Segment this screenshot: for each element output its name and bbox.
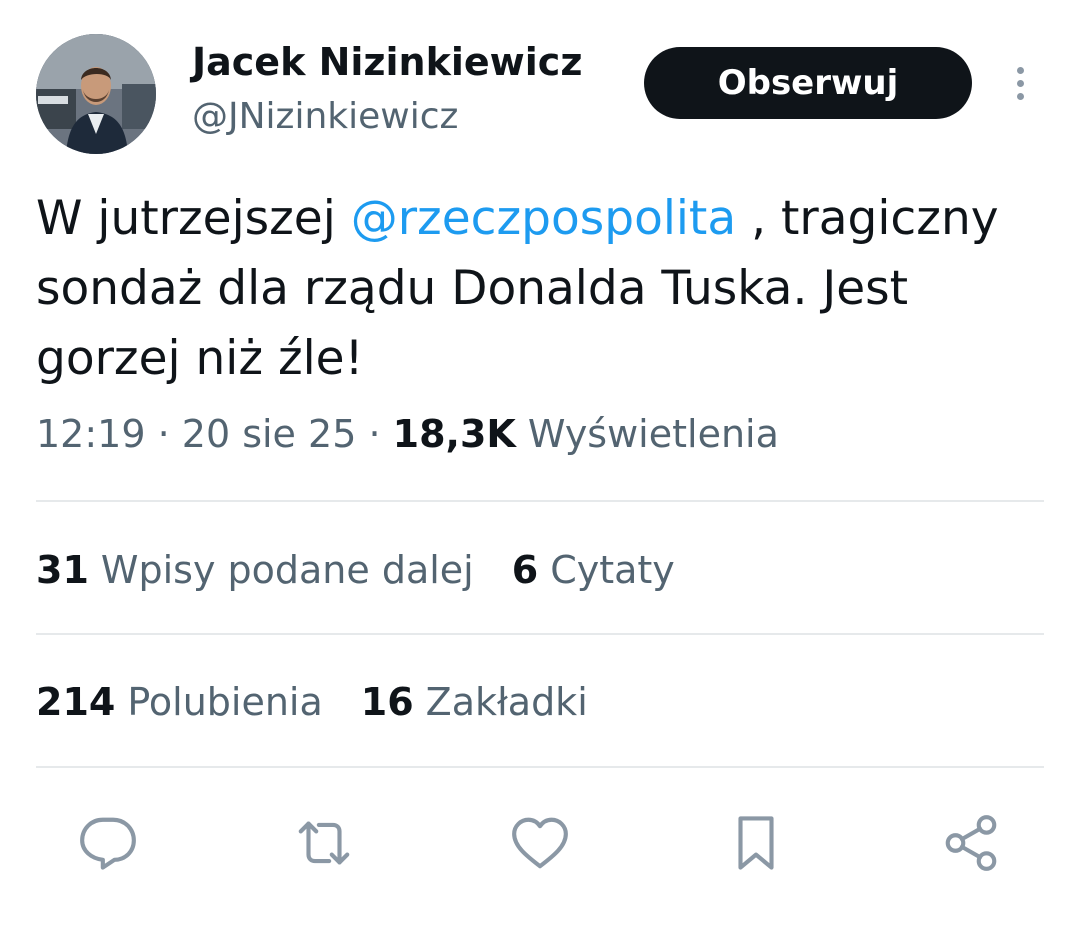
more-dot-icon: [1016, 66, 1024, 74]
stats-row-likes: 214 Polubienia 16 Zakładki: [36, 680, 588, 724]
avatar-photo: [36, 34, 156, 154]
avatar[interactable]: [36, 34, 156, 154]
likes-label: Polubienia: [127, 680, 323, 724]
bookmark-button[interactable]: [721, 808, 791, 878]
tweet-date[interactable]: 20 sie 25: [182, 412, 357, 456]
mention-link[interactable]: @rzeczpospolita: [351, 191, 736, 246]
reposts-count: 31: [36, 548, 89, 592]
tweet-meta: 12:19 · 20 sie 25 · 18,3K Wyświetlenia: [36, 412, 779, 456]
reply-icon: [80, 817, 136, 870]
divider: [36, 500, 1044, 502]
bookmarks-count: 16: [360, 680, 414, 724]
author-name[interactable]: Jacek Nizinkiewicz: [192, 40, 582, 84]
divider: [36, 766, 1044, 768]
reply-button[interactable]: [73, 808, 143, 878]
divider: [36, 633, 1044, 635]
tweet-text: W jutrzejszej @rzeczpospolita , tragiczn…: [36, 184, 1046, 394]
tweet-text-start: W jutrzejszej: [36, 191, 351, 246]
tweet-line-2: sondaż dla rządu Donalda Tuska. Jest: [36, 261, 909, 316]
likes-count: 214: [36, 680, 116, 724]
quotes-label: Cytaty: [550, 548, 675, 592]
meta-separator: ·: [356, 412, 393, 456]
tweet-line-1: W jutrzejszej @rzeczpospolita , tragiczn…: [36, 184, 1046, 254]
views-count: 18,3K: [392, 412, 516, 456]
views-label: Wyświetlenia: [515, 412, 779, 456]
bookmarks-label: Zakładki: [425, 680, 588, 724]
quotes-stat[interactable]: 6 Cytaty: [512, 548, 675, 592]
follow-button[interactable]: Obserwuj: [644, 47, 972, 119]
repost-button[interactable]: [289, 808, 359, 878]
more-dot-icon: [1016, 92, 1024, 100]
more-options-button[interactable]: [1000, 58, 1040, 108]
share-icon: [945, 815, 997, 871]
stats-row-reposts: 31 Wpisy podane dalej 6 Cytaty: [36, 548, 675, 592]
meta-separator: ·: [145, 412, 182, 456]
bookmarks-stat[interactable]: 16 Zakładki: [361, 680, 588, 724]
tweet-line-3: gorzej niż źle!: [36, 331, 364, 386]
likes-stat[interactable]: 214 Polubienia: [36, 680, 323, 724]
repost-icon: [298, 821, 350, 865]
share-button[interactable]: [936, 808, 1006, 878]
tweet-text-end: , tragiczny: [736, 191, 999, 246]
like-icon: [512, 817, 568, 869]
like-button[interactable]: [505, 808, 575, 878]
reposts-stat[interactable]: 31 Wpisy podane dalej: [36, 548, 474, 592]
bookmark-icon: [738, 816, 774, 870]
tweet-time[interactable]: 12:19: [36, 412, 146, 456]
action-bar: [36, 808, 1044, 878]
more-dot-icon: [1016, 79, 1024, 87]
author-handle[interactable]: @JNizinkiewicz: [192, 96, 458, 137]
reposts-label: Wpisy podane dalej: [100, 548, 474, 592]
quotes-count: 6: [511, 548, 539, 592]
